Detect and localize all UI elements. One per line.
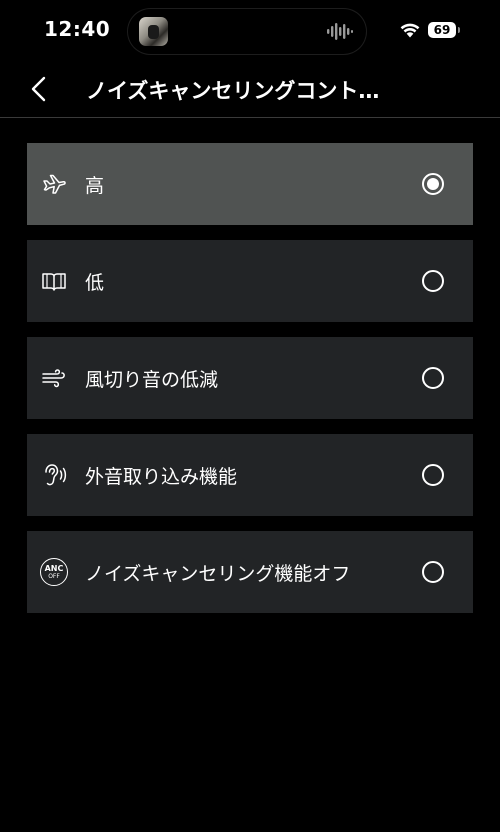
option-wind-reduction[interactable]: 風切り音の低減 — [27, 337, 473, 419]
dynamic-island[interactable] — [127, 8, 367, 55]
radio-button[interactable] — [422, 464, 444, 486]
audio-waveform-icon — [327, 23, 353, 40]
header-divider — [0, 117, 500, 118]
option-label: 高 — [85, 175, 105, 197]
option-label: ノイズキャンセリング機能オフ — [85, 563, 351, 585]
status-time: 12:40 — [44, 17, 111, 41]
ear-sound-icon — [45, 464, 67, 486]
noise-control-options: 高 低 風切り音の低減 外音取り込み機能 ANC OFF ノイズキャンセリング機… — [27, 143, 473, 628]
option-anc-off[interactable]: ANC OFF ノイズキャンセリング機能オフ — [27, 531, 473, 613]
anc-badge-top-text: ANC — [44, 564, 64, 573]
page-title: ノイズキャンセリングコント… — [86, 79, 380, 103]
anc-badge-bottom-text: OFF — [48, 573, 60, 580]
wind-icon — [42, 369, 65, 388]
option-high[interactable]: 高 — [27, 143, 473, 225]
status-bar: 12:40 69 — [0, 0, 500, 62]
radio-button[interactable] — [422, 561, 444, 583]
album-art-thumbnail — [139, 17, 168, 46]
option-label: 外音取り込み機能 — [85, 466, 238, 488]
anc-off-icon: ANC OFF — [40, 558, 68, 586]
battery-indicator: 69 — [428, 22, 460, 38]
book-icon — [42, 273, 66, 291]
option-label: 風切り音の低減 — [85, 369, 219, 391]
option-label: 低 — [85, 272, 105, 294]
radio-button[interactable] — [422, 270, 444, 292]
navigation-header: ノイズキャンセリングコント… — [0, 62, 500, 117]
radio-button[interactable] — [422, 367, 444, 389]
wifi-icon — [400, 23, 420, 38]
option-low[interactable]: 低 — [27, 240, 473, 322]
radio-button-checked[interactable] — [422, 173, 444, 195]
back-button[interactable] — [26, 74, 54, 104]
option-ambient-sound[interactable]: 外音取り込み機能 — [27, 434, 473, 516]
chevron-left-icon — [31, 76, 46, 102]
airplane-icon — [43, 174, 66, 194]
status-indicators: 69 — [400, 19, 460, 41]
